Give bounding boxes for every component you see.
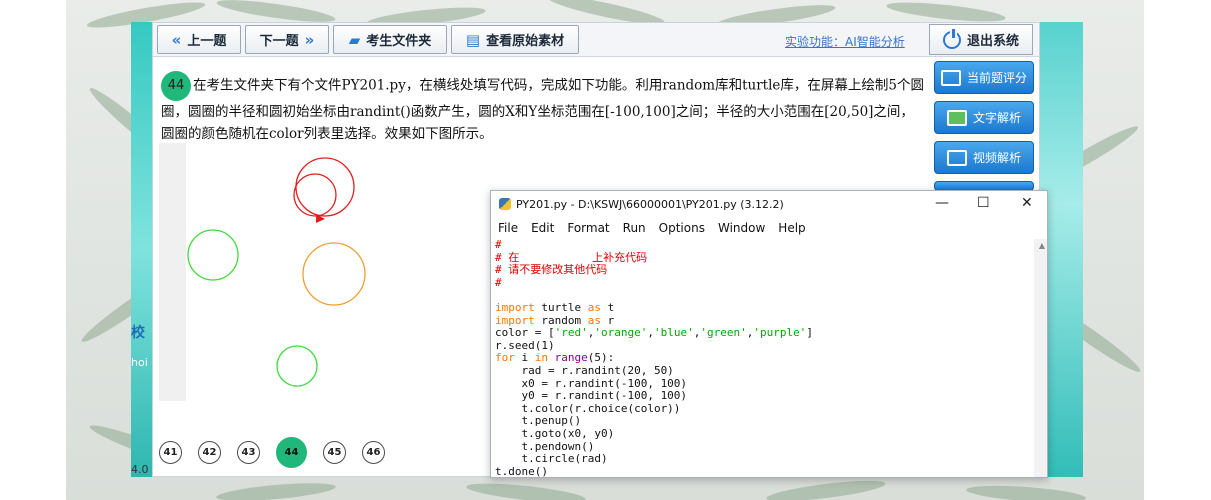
figure-circle xyxy=(302,242,366,306)
code-line: t.circle(rad) xyxy=(495,452,608,466)
code-line: # 请不要修改其他代码 xyxy=(495,263,608,277)
question-page-41[interactable]: 41 xyxy=(159,441,182,464)
text-icon xyxy=(946,109,967,126)
video-icon xyxy=(946,149,967,166)
idle-title-bar: PY201.py - D:\KSWJ\66000001\PY201.py (3.… xyxy=(491,191,1047,217)
question-page-44[interactable]: 44 xyxy=(276,437,307,468)
menu-run[interactable]: Run xyxy=(623,221,646,235)
idle-menu-bar: File Edit Format Run Options Window Help xyxy=(491,217,1047,239)
python-icon xyxy=(499,198,511,210)
toolbar: « 上一题 下一题 » ▰ 考生文件夹 ▤ 查看原始素材 实验功能：AI智能分析… xyxy=(153,23,1039,57)
desktop-label: 校 xyxy=(131,325,145,341)
minimize-icon[interactable]: — xyxy=(935,195,949,211)
save-icon xyxy=(940,69,961,86)
figure-turtle-output xyxy=(187,157,366,387)
power-icon xyxy=(942,28,961,49)
question-text-block: 44 在考生文件夹下有个文件PY201.py，在横线处填写代码，完成如下功能。利用… xyxy=(161,71,926,145)
maximize-icon[interactable]: ☐ xyxy=(977,195,990,211)
code-line: rad = r.randint(20, 50) xyxy=(495,363,674,377)
figure-circle xyxy=(276,345,318,387)
document-icon: ▤ xyxy=(465,30,481,49)
text-analysis-button[interactable]: 文字解析 xyxy=(934,101,1034,134)
question-text: 在考生文件夹下有个文件PY201.py，在横线处填写代码，完成如下功能。利用ra… xyxy=(161,77,924,143)
question-pager: 41 42 43 44 45 46 xyxy=(159,437,385,468)
view-source-material-button[interactable]: ▤ 查看原始素材 xyxy=(451,25,579,54)
next-question-label: 下一题 xyxy=(259,34,299,49)
menu-options[interactable]: Options xyxy=(659,221,705,235)
idle-editor-window: PY201.py - D:\KSWJ\66000001\PY201.py (3.… xyxy=(490,190,1048,478)
menu-window[interactable]: Window xyxy=(718,221,765,235)
menu-edit[interactable]: Edit xyxy=(531,221,554,235)
question-page-46[interactable]: 46 xyxy=(362,441,385,464)
code-line: color = ['red','orange','blue','green','… xyxy=(495,326,813,340)
close-icon[interactable]: ✕ xyxy=(1021,195,1033,211)
exit-system-button[interactable]: 退出系统 xyxy=(929,24,1033,55)
folder-icon: ▰ xyxy=(348,30,361,49)
scroll-up-icon[interactable]: ▲ xyxy=(1039,241,1045,250)
video-analysis-label: 视频解析 xyxy=(972,151,1021,165)
ai-analysis-link[interactable]: 实验功能：AI智能分析 xyxy=(785,33,905,50)
question-page-42[interactable]: 42 xyxy=(198,441,221,464)
question-page-43[interactable]: 43 xyxy=(237,441,260,464)
score-current-question-label: 当前题评分 xyxy=(966,71,1027,85)
question-page-45[interactable]: 45 xyxy=(323,441,346,464)
desktop-label: hoi xyxy=(131,356,148,369)
code-line: y0 = r.randint(-100, 100) xyxy=(495,389,688,403)
examinee-folder-label: 考生文件夹 xyxy=(366,34,432,49)
menu-format[interactable]: Format xyxy=(567,221,609,235)
code-line: t.goto(x0, y0) xyxy=(495,426,615,440)
double-chevron-right-icon: » xyxy=(304,30,315,49)
idle-window-title: PY201.py - D:\KSWJ\66000001\PY201.py (3.… xyxy=(516,197,784,211)
video-analysis-button[interactable]: 视频解析 xyxy=(934,141,1034,174)
text-analysis-label: 文字解析 xyxy=(972,111,1021,125)
menu-help[interactable]: Help xyxy=(778,221,805,235)
double-chevron-left-icon: « xyxy=(171,30,182,49)
code-line: # xyxy=(495,275,502,289)
examinee-folder-button[interactable]: ▰ 考生文件夹 xyxy=(333,25,447,54)
prev-question-label: 上一题 xyxy=(187,34,227,49)
figure-circle xyxy=(187,229,239,281)
desktop-label: 4.0 xyxy=(131,463,149,476)
view-source-material-label: 查看原始素材 xyxy=(486,34,565,49)
figure-circle xyxy=(295,157,355,217)
code-line: import turtle as t xyxy=(495,300,615,314)
next-question-button[interactable]: 下一题 » xyxy=(245,25,329,54)
question-number-badge: 44 xyxy=(161,71,191,101)
code-editor[interactable]: # # 在 上补充代码 # 请不要修改其他代码 # import turtle as … xyxy=(495,239,1035,477)
menu-file[interactable]: File xyxy=(498,221,518,235)
prev-question-button[interactable]: « 上一题 xyxy=(157,25,241,54)
editor-scrollbar[interactable] xyxy=(1034,239,1047,477)
figure-circle xyxy=(293,173,337,217)
code-line: t.done() xyxy=(495,464,548,477)
score-current-question-button[interactable]: 当前题评分 xyxy=(934,61,1034,94)
exit-system-label: 退出系统 xyxy=(966,34,1019,49)
